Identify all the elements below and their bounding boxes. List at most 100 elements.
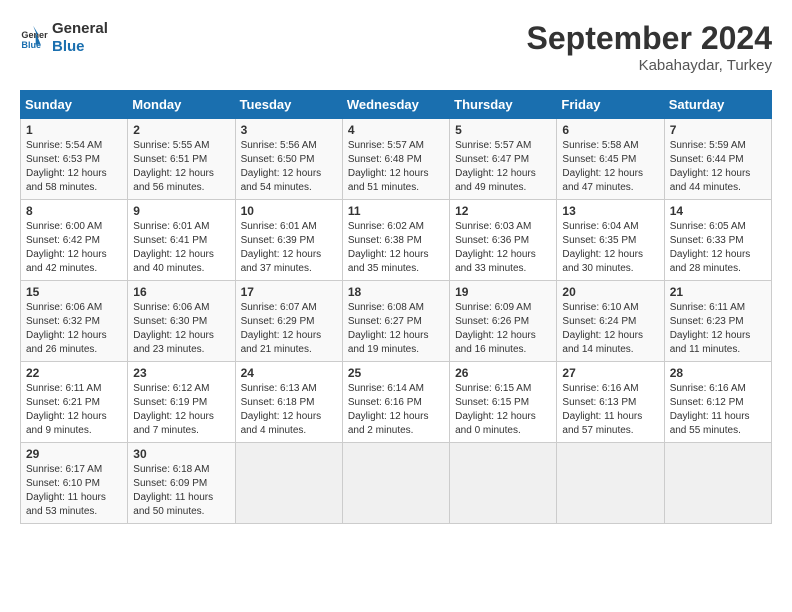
- weekday-header: Tuesday: [235, 91, 342, 119]
- day-info: Sunrise: 6:15 AM Sunset: 6:15 PM Dayligh…: [455, 382, 551, 438]
- day-info: Sunrise: 6:16 AM Sunset: 6:12 PM Dayligh…: [670, 382, 766, 438]
- day-info: Sunrise: 6:16 AM Sunset: 6:13 PM Dayligh…: [562, 382, 658, 438]
- calendar-cell: 12 Sunrise: 6:03 AM Sunset: 6:36 PM Dayli…: [450, 200, 557, 281]
- day-number: 26: [455, 366, 551, 380]
- day-info: Sunrise: 6:13 AM Sunset: 6:18 PM Dayligh…: [241, 382, 337, 438]
- day-number: 8: [26, 204, 122, 218]
- calendar-cell: [664, 443, 771, 524]
- calendar-cell: 16Sunrise: 6:06 AM Sunset: 6:30 PM Dayli…: [128, 281, 235, 362]
- day-info: Sunrise: 6:02 AM Sunset: 6:38 PM Dayligh…: [348, 220, 444, 276]
- day-info: Sunrise: 6:12 AM Sunset: 6:19 PM Dayligh…: [133, 382, 229, 438]
- day-info: Sunrise: 6:06 AM Sunset: 6:30 PM Dayligh…: [133, 301, 229, 357]
- calendar-cell: 2Sunrise: 5:55 AM Sunset: 6:51 PM Daylig…: [128, 119, 235, 200]
- calendar-cell: 6 Sunrise: 5:58 AM Sunset: 6:45 PM Daylig…: [557, 119, 664, 200]
- day-number: 5: [455, 123, 551, 137]
- calendar-cell: 24 Sunrise: 6:13 AM Sunset: 6:18 PM Dayli…: [235, 362, 342, 443]
- day-number: 27: [562, 366, 658, 380]
- calendar-cell: 9 Sunrise: 6:01 AM Sunset: 6:41 PM Daylig…: [128, 200, 235, 281]
- calendar-cell: 11 Sunrise: 6:02 AM Sunset: 6:38 PM Dayli…: [342, 200, 449, 281]
- day-info: Sunrise: 5:59 AM Sunset: 6:44 PM Dayligh…: [670, 139, 766, 195]
- logo-icon: General Blue: [20, 24, 48, 52]
- calendar-cell: [557, 443, 664, 524]
- day-number: 19: [455, 285, 551, 299]
- day-info: Sunrise: 6:01 AM Sunset: 6:41 PM Dayligh…: [133, 220, 229, 276]
- day-info: Sunrise: 5:55 AM Sunset: 6:51 PM Dayligh…: [133, 139, 229, 195]
- month-title: September 2024: [527, 20, 772, 57]
- calendar-cell: 22Sunrise: 6:11 AM Sunset: 6:21 PM Dayli…: [21, 362, 128, 443]
- calendar-cell: 10 Sunrise: 6:01 AM Sunset: 6:39 PM Dayli…: [235, 200, 342, 281]
- calendar-cell: [235, 443, 342, 524]
- day-info: Sunrise: 6:10 AM Sunset: 6:24 PM Dayligh…: [562, 301, 658, 357]
- calendar-cell: [450, 443, 557, 524]
- calendar-cell: 19 Sunrise: 6:09 AM Sunset: 6:26 PM Dayli…: [450, 281, 557, 362]
- calendar-cell: 20 Sunrise: 6:10 AM Sunset: 6:24 PM Dayli…: [557, 281, 664, 362]
- day-info: Sunrise: 6:06 AM Sunset: 6:32 PM Dayligh…: [26, 301, 122, 357]
- calendar-cell: 1 Sunrise: 5:54 AM Sunset: 6:53 PM Daylig…: [21, 119, 128, 200]
- location: Kabahaydar, Turkey: [527, 57, 772, 74]
- weekday-header: Wednesday: [342, 91, 449, 119]
- day-info: Sunrise: 5:57 AM Sunset: 6:47 PM Dayligh…: [455, 139, 551, 195]
- day-number: 25: [348, 366, 444, 380]
- calendar-cell: 7 Sunrise: 5:59 AM Sunset: 6:44 PM Daylig…: [664, 119, 771, 200]
- day-info: Sunrise: 6:01 AM Sunset: 6:39 PM Dayligh…: [241, 220, 337, 276]
- calendar-cell: 13 Sunrise: 6:04 AM Sunset: 6:35 PM Dayli…: [557, 200, 664, 281]
- calendar-cell: 4 Sunrise: 5:57 AM Sunset: 6:48 PM Daylig…: [342, 119, 449, 200]
- day-info: Sunrise: 6:18 AM Sunset: 6:09 PM Dayligh…: [133, 463, 229, 519]
- calendar-cell: 28 Sunrise: 6:16 AM Sunset: 6:12 PM Dayli…: [664, 362, 771, 443]
- day-number: 4: [348, 123, 444, 137]
- day-number: 21: [670, 285, 766, 299]
- day-number: 7: [670, 123, 766, 137]
- day-number: 28: [670, 366, 766, 380]
- day-info: Sunrise: 6:07 AM Sunset: 6:29 PM Dayligh…: [241, 301, 337, 357]
- day-info: Sunrise: 6:14 AM Sunset: 6:16 PM Dayligh…: [348, 382, 444, 438]
- day-info: Sunrise: 6:09 AM Sunset: 6:26 PM Dayligh…: [455, 301, 551, 357]
- calendar-cell: [342, 443, 449, 524]
- calendar-cell: 18 Sunrise: 6:08 AM Sunset: 6:27 PM Dayli…: [342, 281, 449, 362]
- weekday-header: Monday: [128, 91, 235, 119]
- day-number: 24: [241, 366, 337, 380]
- calendar-cell: 27 Sunrise: 6:16 AM Sunset: 6:13 PM Dayli…: [557, 362, 664, 443]
- logo-blue: Blue: [52, 38, 108, 56]
- day-info: Sunrise: 6:03 AM Sunset: 6:36 PM Dayligh…: [455, 220, 551, 276]
- title-block: September 2024 Kabahaydar, Turkey: [527, 20, 772, 74]
- day-info: Sunrise: 6:11 AM Sunset: 6:23 PM Dayligh…: [670, 301, 766, 357]
- day-number: 15: [26, 285, 122, 299]
- day-number: 20: [562, 285, 658, 299]
- day-number: 30: [133, 447, 229, 461]
- calendar-table: SundayMondayTuesdayWednesdayThursdayFrid…: [20, 90, 772, 524]
- day-number: 9: [133, 204, 229, 218]
- day-number: 22: [26, 366, 122, 380]
- day-number: 6: [562, 123, 658, 137]
- day-number: 17: [241, 285, 337, 299]
- calendar-cell: 26 Sunrise: 6:15 AM Sunset: 6:15 PM Dayli…: [450, 362, 557, 443]
- day-info: Sunrise: 6:05 AM Sunset: 6:33 PM Dayligh…: [670, 220, 766, 276]
- weekday-header: Saturday: [664, 91, 771, 119]
- day-number: 12: [455, 204, 551, 218]
- calendar-cell: 14 Sunrise: 6:05 AM Sunset: 6:33 PM Dayli…: [664, 200, 771, 281]
- calendar-cell: 15 Sunrise: 6:06 AM Sunset: 6:32 PM Dayli…: [21, 281, 128, 362]
- page-header: General Blue General Blue September 2024…: [20, 20, 772, 74]
- day-number: 1: [26, 123, 122, 137]
- day-info: Sunrise: 5:56 AM Sunset: 6:50 PM Dayligh…: [241, 139, 337, 195]
- day-info: Sunrise: 5:57 AM Sunset: 6:48 PM Dayligh…: [348, 139, 444, 195]
- day-number: 23: [133, 366, 229, 380]
- day-number: 18: [348, 285, 444, 299]
- day-info: Sunrise: 6:00 AM Sunset: 6:42 PM Dayligh…: [26, 220, 122, 276]
- svg-text:General: General: [21, 30, 48, 40]
- day-info: Sunrise: 6:04 AM Sunset: 6:35 PM Dayligh…: [562, 220, 658, 276]
- day-number: 14: [670, 204, 766, 218]
- day-number: 29: [26, 447, 122, 461]
- day-number: 3: [241, 123, 337, 137]
- day-number: 10: [241, 204, 337, 218]
- calendar-cell: 17 Sunrise: 6:07 AM Sunset: 6:29 PM Dayli…: [235, 281, 342, 362]
- day-info: Sunrise: 5:58 AM Sunset: 6:45 PM Dayligh…: [562, 139, 658, 195]
- day-info: Sunrise: 6:08 AM Sunset: 6:27 PM Dayligh…: [348, 301, 444, 357]
- day-number: 13: [562, 204, 658, 218]
- calendar-cell: 23 Sunrise: 6:12 AM Sunset: 6:19 PM Dayli…: [128, 362, 235, 443]
- weekday-header: Friday: [557, 91, 664, 119]
- logo: General Blue General Blue: [20, 20, 108, 56]
- day-number: 11: [348, 204, 444, 218]
- calendar-cell: 25 Sunrise: 6:14 AM Sunset: 6:16 PM Dayli…: [342, 362, 449, 443]
- logo-general: General: [52, 20, 108, 38]
- day-info: Sunrise: 5:54 AM Sunset: 6:53 PM Dayligh…: [26, 139, 122, 195]
